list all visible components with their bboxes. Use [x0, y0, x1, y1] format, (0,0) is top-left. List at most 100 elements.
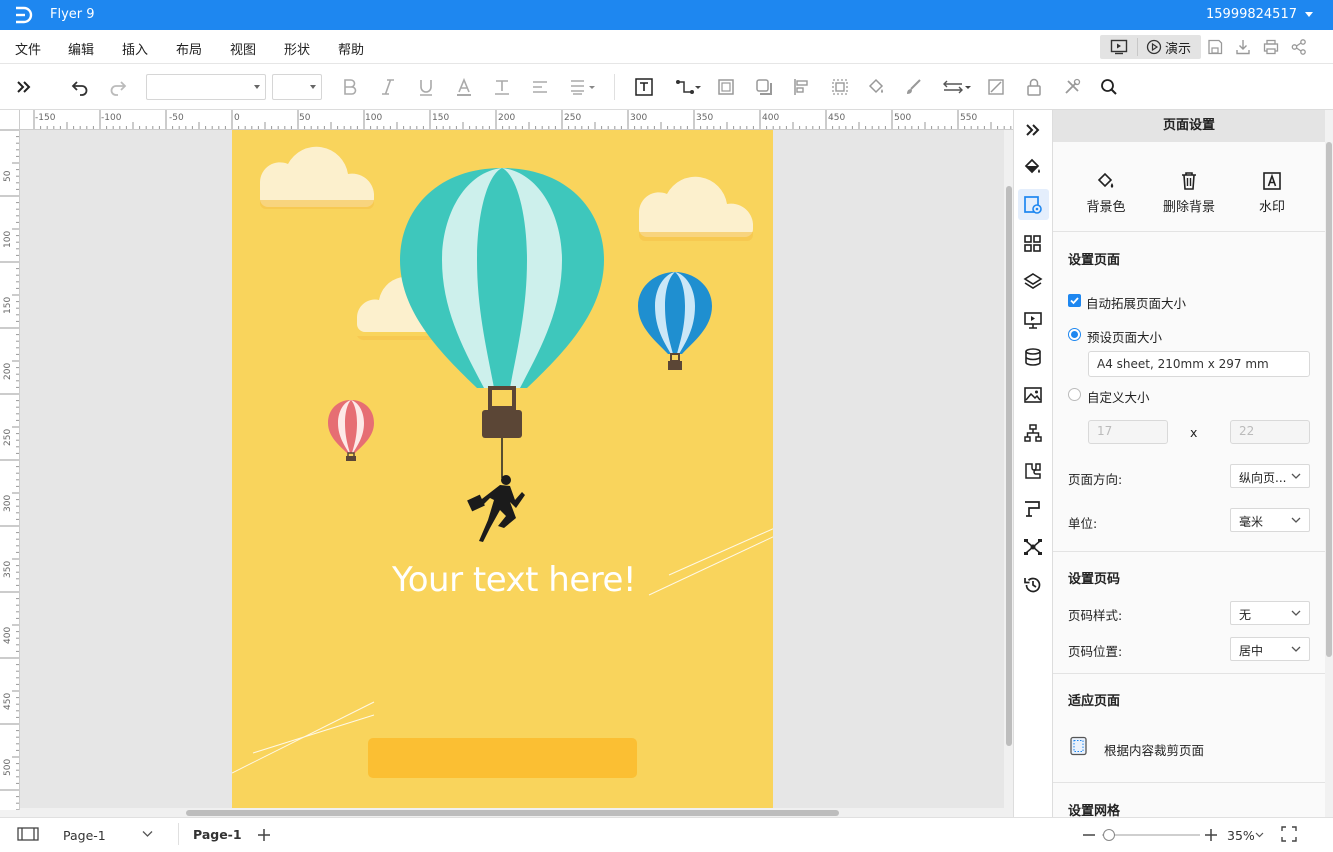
layers-icon[interactable] — [1023, 272, 1043, 292]
text-style-icon[interactable] — [492, 77, 512, 97]
preset-size-radio[interactable] — [1068, 328, 1081, 341]
ruler-vertical: 50 100 150 200 250 300 350 400 450 500 — [0, 130, 20, 810]
tools-icon[interactable] — [1062, 77, 1082, 97]
crop-to-content-label[interactable]: 根据内容裁剪页面 — [1104, 740, 1204, 759]
grid-layout-icon[interactable] — [1023, 234, 1043, 254]
horizontal-scroll-thumb[interactable] — [186, 810, 839, 816]
connector-icon[interactable] — [674, 77, 702, 97]
panel-scroll-thumb[interactable] — [1326, 142, 1332, 657]
menu-edit[interactable]: 编辑 — [68, 39, 94, 58]
zoom-slider-handle[interactable] — [1103, 829, 1115, 841]
expand-toolbar-icon[interactable] — [14, 77, 34, 97]
puzzle-icon[interactable] — [1023, 461, 1043, 481]
paint-bucket-icon[interactable] — [866, 77, 886, 97]
zoom-level[interactable]: 35% — [1227, 828, 1255, 843]
crop-page-icon[interactable] — [1069, 736, 1089, 756]
unit-select[interactable]: 毫米 — [1230, 508, 1310, 532]
divider — [178, 823, 179, 845]
mind-map-icon[interactable] — [1023, 537, 1043, 557]
org-chart-icon[interactable] — [1023, 423, 1043, 443]
flyer-page[interactable] — [232, 130, 773, 808]
zoom-in-icon[interactable] — [1204, 828, 1218, 842]
ruler-label: 450 — [3, 693, 13, 710]
brush-icon[interactable] — [904, 77, 924, 97]
font-family-select[interactable] — [146, 74, 266, 100]
page-setup-icon[interactable] — [1023, 195, 1043, 215]
font-color-icon[interactable] — [454, 77, 474, 97]
cloud-shape — [639, 176, 753, 237]
line-style-icon[interactable] — [942, 77, 972, 97]
underline-icon[interactable] — [416, 77, 436, 97]
align-icon[interactable] — [530, 77, 550, 97]
preset-size-label: 预设页面大小 — [1087, 330, 1163, 345]
ruler-label: 450 — [828, 113, 845, 123]
page-number-style-select[interactable]: 无 — [1230, 601, 1310, 625]
drawing-canvas[interactable] — [20, 130, 1004, 808]
collapse-panel-icon[interactable] — [1023, 120, 1043, 140]
custom-height-input[interactable]: 22 — [1230, 420, 1310, 444]
print-icon[interactable] — [1262, 38, 1280, 56]
font-size-select[interactable] — [272, 74, 322, 100]
download-icon[interactable] — [1234, 38, 1252, 56]
save-icon[interactable] — [1206, 38, 1224, 56]
undo-icon[interactable] — [70, 77, 90, 97]
chevron-down-icon[interactable] — [142, 830, 153, 838]
user-menu-caret-icon[interactable] — [1305, 12, 1313, 17]
italic-icon[interactable] — [378, 77, 398, 97]
add-page-icon[interactable] — [257, 828, 271, 842]
redo-icon[interactable] — [108, 77, 128, 97]
play-circle-icon — [1146, 39, 1162, 55]
flyer-headline-text[interactable]: Your text here! — [392, 560, 637, 600]
hot-air-balloon-red — [328, 400, 374, 461]
page-select[interactable]: Page-1 — [63, 828, 106, 843]
page-panel-toggle-icon[interactable] — [17, 827, 39, 841]
menu-insert[interactable]: 插入 — [122, 39, 148, 58]
shadow-icon[interactable] — [754, 77, 774, 97]
align-objects-icon[interactable] — [792, 77, 812, 97]
present-button[interactable]: 演示 — [1146, 38, 1191, 57]
text-box-icon[interactable] — [634, 77, 654, 97]
remove-background-button[interactable]: 删除背景 — [1154, 170, 1224, 215]
menu-shape[interactable]: 形状 — [284, 39, 310, 58]
menu-layout[interactable]: 布局 — [176, 39, 202, 58]
image-icon[interactable] — [1023, 385, 1043, 405]
present-screen-icon[interactable] — [1110, 39, 1128, 55]
custom-size-radio[interactable] — [1068, 388, 1081, 401]
lock-icon[interactable] — [1024, 77, 1044, 97]
menu-file[interactable]: 文件 — [15, 39, 41, 58]
database-icon[interactable] — [1023, 347, 1043, 367]
user-account[interactable]: 15999824517 — [1206, 7, 1297, 22]
auto-expand-checkbox[interactable] — [1068, 294, 1081, 307]
zoom-slider-track[interactable] — [1102, 834, 1200, 836]
search-icon[interactable] — [1099, 77, 1119, 97]
divider — [1137, 38, 1138, 56]
preset-size-select[interactable]: A4 sheet, 210mm x 297 mm — [1088, 351, 1310, 377]
background-color-label: 背景色 — [1086, 200, 1126, 215]
zoom-out-icon[interactable] — [1082, 829, 1096, 841]
history-icon[interactable] — [1023, 575, 1043, 595]
orientation-select[interactable]: 纵向页... — [1230, 464, 1310, 488]
connector-style-icon[interactable] — [1023, 499, 1043, 519]
flyer-button-shape[interactable] — [368, 738, 637, 778]
line-spacing-icon[interactable] — [568, 77, 596, 97]
page-number-position-select[interactable]: 居中 — [1230, 637, 1310, 661]
fill-style-icon[interactable] — [1023, 157, 1043, 177]
divider — [1053, 551, 1325, 552]
flyer-artwork[interactable] — [232, 130, 773, 808]
background-color-button[interactable]: 背景色 — [1071, 170, 1141, 215]
group-icon[interactable] — [830, 77, 850, 97]
watermark-button[interactable]: 水印 — [1237, 170, 1307, 215]
fullscreen-icon[interactable] — [1281, 826, 1297, 842]
fill-shape-icon[interactable] — [716, 77, 736, 97]
menu-help[interactable]: 帮助 — [338, 39, 364, 58]
page-tab-active[interactable]: Page-1 — [193, 827, 242, 842]
page-number-style-label: 页码样式: — [1068, 608, 1123, 623]
vertical-scroll-thumb[interactable] — [1006, 186, 1012, 746]
presentation-icon[interactable] — [1023, 310, 1043, 330]
share-icon[interactable] — [1290, 38, 1308, 56]
edit-shape-icon[interactable] — [986, 77, 1006, 97]
menu-view[interactable]: 视图 — [230, 39, 256, 58]
bold-icon[interactable] — [340, 77, 360, 97]
chevron-down-icon[interactable] — [1255, 832, 1264, 838]
custom-width-input[interactable]: 17 — [1088, 420, 1168, 444]
